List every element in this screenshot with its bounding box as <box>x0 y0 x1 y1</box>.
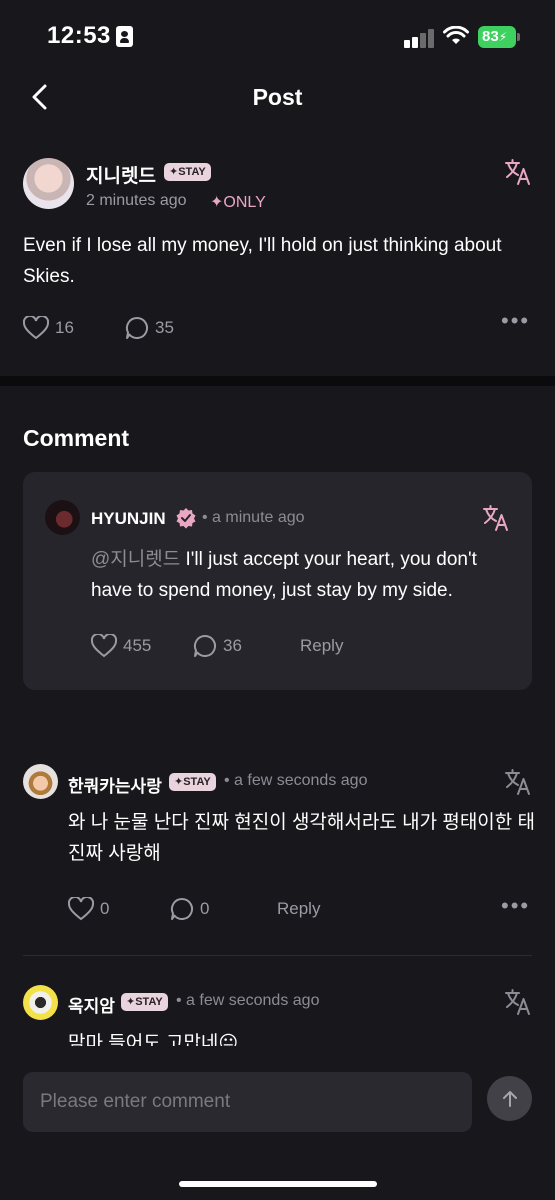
comment-time: • a minute ago <box>202 509 305 526</box>
avatar[interactable] <box>23 764 58 799</box>
translate-icon[interactable] <box>504 988 532 1016</box>
comments-heading: Comment <box>23 425 130 451</box>
translate-icon[interactable] <box>482 504 510 532</box>
status-time: 12:53 <box>47 22 111 49</box>
cellular-signal-icon <box>404 28 434 48</box>
home-indicator[interactable] <box>179 1181 377 1187</box>
only-badge: ✦ONLY <box>210 194 266 211</box>
section-divider <box>0 376 555 386</box>
status-bar: 12:53 83⚡ <box>0 0 555 70</box>
reply-count: 0 <box>200 899 210 918</box>
avatar[interactable] <box>23 158 74 209</box>
like-count: 455 <box>123 636 152 655</box>
speech-bubble-icon <box>193 634 216 657</box>
comment-author[interactable]: HYUNJIN <box>91 509 166 529</box>
battery-tip <box>517 33 520 41</box>
comment-divider <box>23 955 532 956</box>
like-count: 0 <box>100 899 110 918</box>
battery-level: 83 <box>482 28 499 45</box>
comment-author[interactable]: 옥지암 <box>68 992 115 1017</box>
heart-icon <box>68 897 94 921</box>
comment-text: 와 나 눈물 난다 진짜 현진이 생각해서라도 내가 평태이한 태 진짜 사랑해 <box>68 812 536 864</box>
page-title: Post <box>252 84 303 110</box>
avatar[interactable] <box>45 500 80 535</box>
reply-count-button[interactable]: 36 <box>193 634 242 658</box>
comment-input[interactable] <box>23 1072 472 1132</box>
post-actions: 16 35 ••• <box>0 308 555 346</box>
post-text: Even if I lose all my money, I'll hold o… <box>23 235 502 287</box>
heart-icon <box>23 316 49 340</box>
comment-text: @지니렛드 I'll just accept your heart, you d… <box>91 544 516 606</box>
mention[interactable]: @지니렛드 <box>91 549 180 570</box>
stay-badge: ✦STAY <box>121 993 168 1011</box>
reply-button[interactable]: Reply <box>300 636 343 656</box>
comment-button[interactable]: 35 <box>125 316 174 340</box>
heart-icon <box>91 634 117 658</box>
like-button[interactable]: 455 <box>91 634 151 658</box>
post-author[interactable]: 지니렛드 <box>86 161 156 188</box>
reply-count: 36 <box>223 636 242 655</box>
comment-time: • a few seconds ago <box>176 992 320 1009</box>
stay-badge: ✦STAY <box>169 773 216 791</box>
translate-icon[interactable] <box>504 158 532 186</box>
verified-badge-icon <box>176 508 196 529</box>
stay-badge: ✦STAY <box>164 163 211 181</box>
id-card-icon <box>116 26 133 47</box>
translate-icon[interactable] <box>504 768 532 796</box>
like-count: 16 <box>55 318 74 337</box>
like-button[interactable]: 0 <box>68 897 109 921</box>
comment-count: 35 <box>155 318 174 337</box>
arrow-up-icon <box>502 1090 517 1107</box>
reply-button[interactable]: Reply <box>277 899 320 919</box>
reply-count-button[interactable]: 0 <box>170 897 209 921</box>
battery-charging-icon: 83⚡ <box>478 26 516 48</box>
comment-time: • a few seconds ago <box>224 772 368 789</box>
avatar[interactable] <box>23 985 58 1020</box>
speech-bubble-icon <box>170 897 193 920</box>
like-button[interactable]: 16 <box>23 316 74 340</box>
artist-comment-card: HYUNJIN • a minute ago @지니렛드 I'll just a… <box>23 472 532 690</box>
more-options-icon[interactable]: ••• <box>501 308 530 334</box>
comment-input-container <box>23 1072 472 1132</box>
post-time: 2 minutes ago <box>86 192 187 209</box>
send-button[interactable] <box>487 1076 532 1121</box>
comment-author[interactable]: 한쿼카는사랑 <box>68 772 162 797</box>
wifi-icon <box>443 26 469 44</box>
more-options-icon[interactable]: ••• <box>501 893 530 919</box>
header: Post <box>0 70 555 130</box>
speech-bubble-icon <box>125 316 148 339</box>
